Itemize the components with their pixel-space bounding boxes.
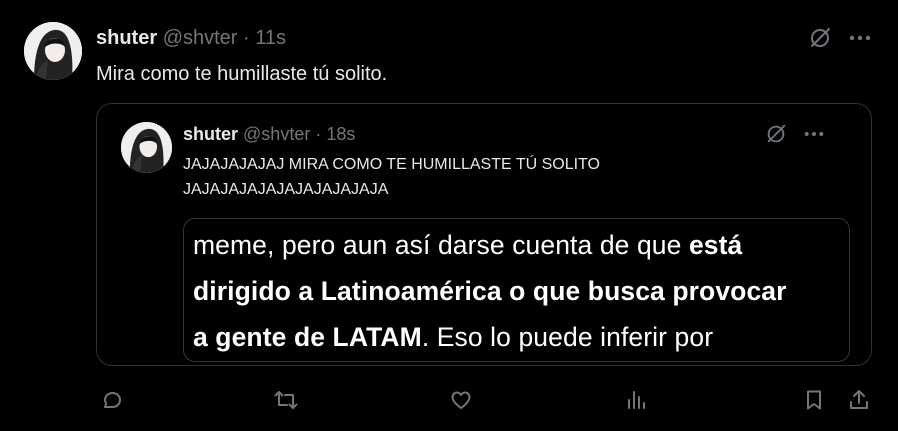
quoted-post-header: shuter @shvter · 18s xyxy=(183,123,355,145)
grok-icon[interactable] xyxy=(806,24,834,52)
post-header: shuter @shvter · 11s xyxy=(96,26,286,50)
grok-icon[interactable] xyxy=(763,121,789,147)
bookmark-icon[interactable] xyxy=(794,380,834,420)
media-image-text: meme, pero aun así darse cuenta de que e… xyxy=(193,222,849,360)
quoted-post-text: JAJAJAJAJAJ MIRA COMO TE HUMILLASTE TÚ S… xyxy=(183,156,600,198)
post-text: Mira como te humillaste tú solito. xyxy=(96,63,388,85)
repost-icon[interactable] xyxy=(266,380,306,420)
media-text-line3: . Eso lo puede inferir por xyxy=(421,322,714,352)
more-icon[interactable] xyxy=(846,26,874,50)
post-time[interactable]: 18s xyxy=(326,124,355,144)
action-bar xyxy=(0,380,898,420)
share-icon[interactable] xyxy=(839,380,879,420)
more-icon[interactable] xyxy=(801,123,827,145)
media-text-line3-bold: a gente de LATAM xyxy=(193,322,422,352)
meta-separator: · xyxy=(315,124,322,144)
media-text-line1-bold: está xyxy=(688,230,743,260)
meta-separator: · xyxy=(243,27,250,49)
media-text-line1: meme, pero aun así darse cuenta de que xyxy=(193,230,689,260)
media-image[interactable]: meme, pero aun así darse cuenta de que e… xyxy=(183,218,850,362)
author-handle[interactable]: @shvter xyxy=(163,27,238,49)
avatar[interactable] xyxy=(121,122,172,173)
author-handle[interactable]: @shvter xyxy=(243,124,310,144)
author-name[interactable]: shuter xyxy=(96,27,157,49)
media-text-line2-bold: dirigido a Latinoamérica o que busca pro… xyxy=(193,276,787,306)
author-name[interactable]: shuter xyxy=(183,124,238,144)
quoted-post[interactable]: shuter @shvter · 18s JAJAJAJAJAJ MIRA CO… xyxy=(96,103,872,366)
views-icon[interactable] xyxy=(616,380,656,420)
avatar[interactable] xyxy=(24,22,82,80)
post-time[interactable]: 11s xyxy=(255,27,286,49)
like-icon[interactable] xyxy=(441,380,481,420)
reply-icon[interactable] xyxy=(92,380,132,420)
